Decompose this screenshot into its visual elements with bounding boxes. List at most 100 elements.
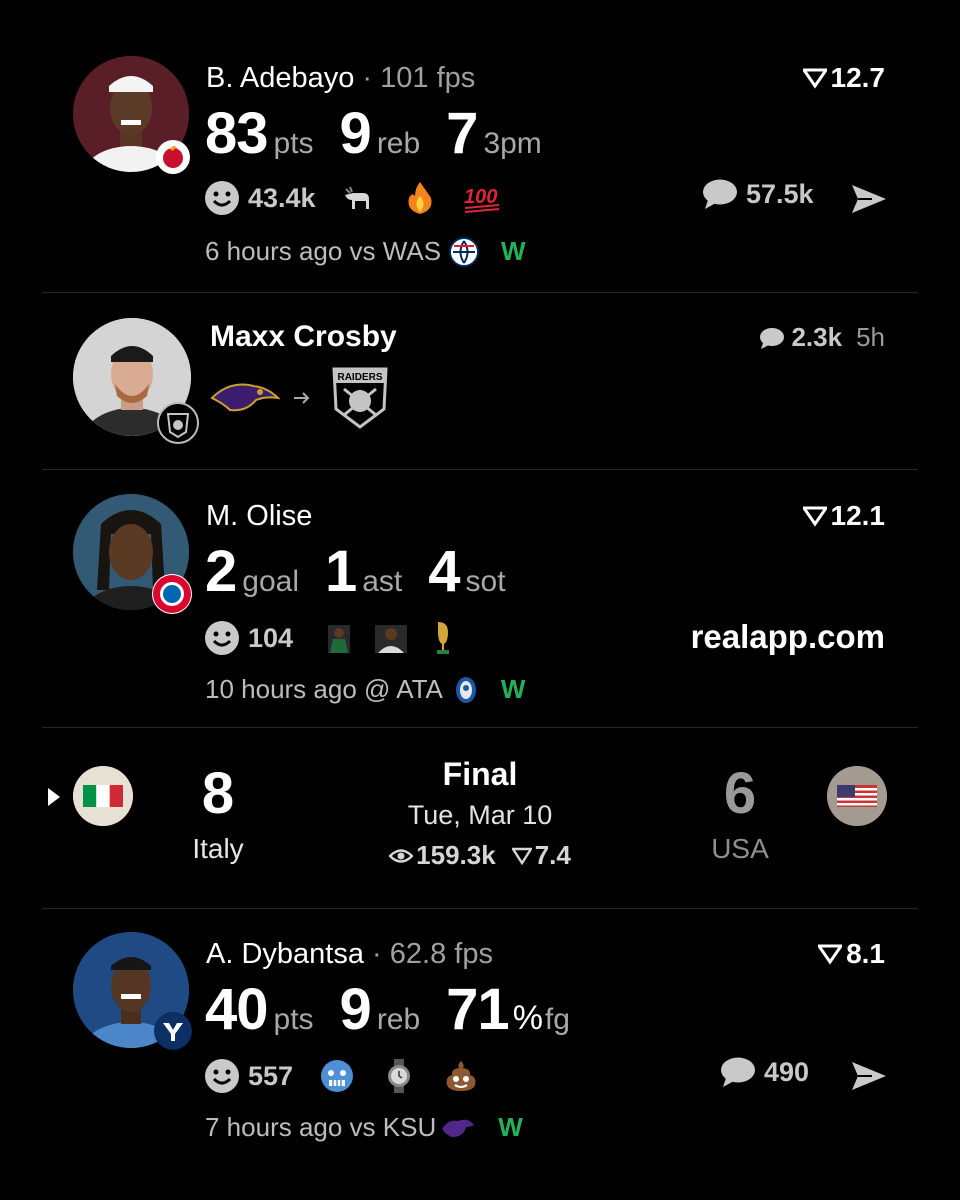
comment-count: 490 bbox=[764, 1056, 810, 1087]
game-time-text: 6 hours ago vs WAS bbox=[205, 236, 442, 266]
stat-unit: sot bbox=[465, 565, 506, 598]
game-info[interactable]: 10 hours ago @ ATA W bbox=[205, 674, 525, 705]
game-status: Final bbox=[442, 756, 518, 792]
comment-count: 57.5k bbox=[746, 178, 814, 209]
stat-value: 2 bbox=[205, 539, 237, 604]
stat-value: 9 bbox=[339, 101, 372, 166]
stat-value: 9 bbox=[339, 977, 372, 1042]
comments-button[interactable]: 2.3k 5h bbox=[759, 322, 885, 353]
atalanta-logo-icon bbox=[455, 676, 476, 703]
stat-unit: fg bbox=[544, 1003, 570, 1036]
fps-value: · 101 fps bbox=[362, 62, 476, 94]
player-photo-reaction-icon[interactable] bbox=[319, 618, 359, 658]
rating-icon bbox=[802, 506, 827, 527]
reaction-count: 104 bbox=[248, 622, 294, 653]
italy-flag-icon bbox=[73, 766, 133, 826]
stat-value: 4 bbox=[428, 539, 460, 604]
divider bbox=[42, 292, 918, 293]
rating-icon bbox=[511, 847, 532, 865]
smiley-icon[interactable] bbox=[204, 620, 240, 656]
stat-line: 40 pts 9 reb 71% fg bbox=[205, 976, 596, 1043]
smiley-icon[interactable] bbox=[204, 1058, 240, 1094]
post-age: 5h bbox=[856, 322, 885, 352]
stat-unit: pts bbox=[273, 1003, 314, 1036]
team-badge-raiders bbox=[157, 402, 199, 444]
game-info[interactable]: 6 hours ago vs WAS W bbox=[205, 236, 526, 267]
divider bbox=[42, 908, 918, 909]
comment-icon bbox=[703, 179, 737, 209]
reactions-bar[interactable]: 43.4k 100 bbox=[204, 178, 502, 218]
comments-button[interactable]: 490 bbox=[720, 1056, 809, 1088]
usa-flag-icon bbox=[827, 766, 887, 826]
away-score: 6 bbox=[723, 761, 757, 826]
rating-icon bbox=[818, 944, 843, 965]
stat-unit: reb bbox=[376, 1003, 421, 1036]
reaction-count: 43.4k bbox=[248, 182, 316, 213]
home-score: 8 bbox=[201, 761, 235, 826]
player-name[interactable]: A. Dybantsa · 62.8 fps bbox=[206, 938, 493, 971]
share-icon[interactable] bbox=[850, 1060, 888, 1092]
watermark-link[interactable]: realapp.com bbox=[691, 618, 885, 656]
result-badge: W bbox=[498, 1112, 523, 1142]
game-date: Tue, Mar 10 bbox=[407, 800, 553, 830]
watch-emoji-icon[interactable] bbox=[379, 1056, 419, 1096]
rating-score: 8.1 bbox=[818, 938, 885, 970]
stat-unit: pts bbox=[273, 127, 314, 160]
comment-icon bbox=[760, 327, 785, 349]
stat-value: 1 bbox=[324, 539, 357, 604]
game-info[interactable]: 7 hours ago vs KSU W bbox=[205, 1112, 523, 1143]
stat-unit: ast bbox=[362, 565, 403, 598]
comments-button[interactable]: 57.5k bbox=[702, 178, 814, 210]
share-icon[interactable] bbox=[850, 183, 888, 215]
player-name[interactable]: M. Olise bbox=[206, 500, 312, 533]
fire-emoji-icon[interactable] bbox=[400, 178, 440, 218]
result-badge: W bbox=[500, 674, 526, 704]
rating-score: 12.1 bbox=[802, 500, 885, 532]
player-name[interactable]: Maxx Crosby bbox=[210, 320, 397, 354]
stat-unit: reb bbox=[376, 127, 421, 160]
kstate-wildcat-logo-icon bbox=[442, 1119, 475, 1137]
stat-unit: 3pm bbox=[483, 127, 542, 160]
team-badge-heat bbox=[156, 140, 190, 174]
home-team-name: Italy bbox=[192, 833, 244, 864]
stat-value: 40 bbox=[205, 977, 269, 1042]
stat-line: 2 goal 1 ast 4 sot bbox=[205, 538, 532, 605]
rating-score: 12.7 bbox=[802, 62, 885, 94]
comment-count: 2.3k bbox=[791, 322, 843, 352]
wizards-logo-icon bbox=[449, 236, 480, 267]
team-badge-byu bbox=[154, 1012, 192, 1050]
raiders-logo-label: RAIDERS bbox=[337, 372, 382, 383]
raiders-logo-icon: RAIDERS bbox=[332, 367, 388, 429]
divider bbox=[42, 727, 918, 728]
team-badge-bayern bbox=[152, 574, 192, 614]
stat-value: 83 bbox=[205, 101, 269, 166]
fps-value: · 62.8 fps bbox=[372, 938, 493, 970]
reactions-bar[interactable]: 104 bbox=[204, 618, 463, 658]
game-time-text: 7 hours ago vs KSU bbox=[205, 1112, 437, 1142]
stat-value: 7 bbox=[446, 101, 478, 166]
comment-icon bbox=[721, 1057, 755, 1087]
rating-icon bbox=[802, 68, 827, 89]
stat-value: 71 bbox=[446, 977, 510, 1042]
view-count: 159.3k bbox=[416, 840, 496, 870]
play-triangle-icon[interactable] bbox=[46, 786, 62, 808]
reactions-bar[interactable]: 557 bbox=[204, 1056, 481, 1096]
result-badge: W bbox=[501, 236, 526, 266]
game-time-text: 10 hours ago @ ATA bbox=[205, 674, 443, 704]
divider bbox=[42, 469, 918, 470]
player-name[interactable]: B. Adebayo · 101 fps bbox=[206, 62, 475, 95]
hundred-emoji-icon[interactable]: 100 bbox=[462, 178, 502, 218]
goat-emoji-icon[interactable] bbox=[338, 178, 378, 218]
arrow-right-icon bbox=[294, 392, 310, 404]
game-rating: 7.4 bbox=[534, 840, 571, 870]
eye-icon bbox=[389, 848, 414, 863]
poop-emoji-icon[interactable] bbox=[441, 1056, 481, 1096]
stat-line: 83 pts 9 reb 7 3pm bbox=[205, 100, 568, 167]
cold-face-emoji-icon[interactable] bbox=[317, 1056, 357, 1096]
stat-percent: % bbox=[512, 999, 543, 1037]
game-stats-line: 159.3k 7.4 bbox=[330, 840, 630, 871]
trophy-emoji-icon[interactable] bbox=[423, 618, 463, 658]
smiley-icon[interactable] bbox=[204, 180, 240, 216]
player-photo-reaction-icon[interactable] bbox=[371, 618, 411, 658]
ravens-logo-icon bbox=[210, 383, 280, 412]
